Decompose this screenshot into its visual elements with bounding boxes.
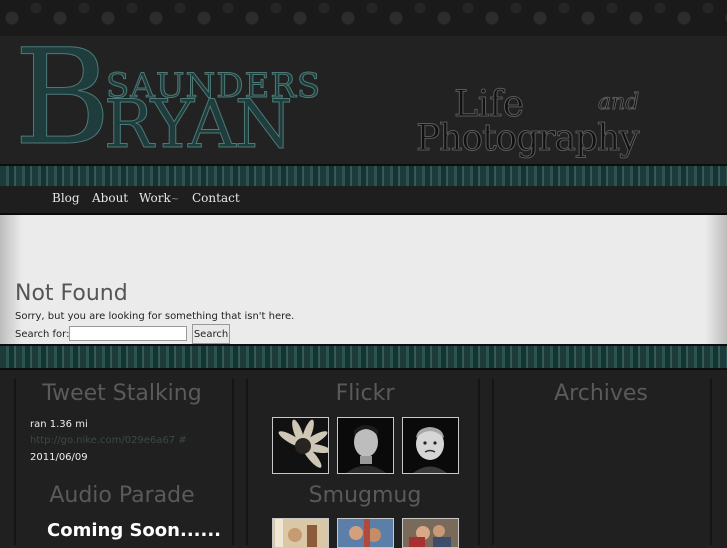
nav-work[interactable]: Work~ [139,191,179,205]
smugmug-title: Smugmug [308,483,422,508]
logo-ryan[interactable]: RYAN [104,91,294,158]
main-content: Not Found Sorry, but you are looking for… [0,213,727,346]
flickr-thumb-flower[interactable] [272,417,329,474]
chevron-down-icon: ~ [170,194,180,205]
flickr-title: Flickr [335,381,395,406]
nav-about[interactable]: About [92,191,128,205]
tagline-and: and [597,90,640,116]
logo-initial[interactable]: B [13,32,111,165]
smugmug-thumb-3[interactable] [402,518,459,548]
smugmug-thumb-2[interactable] [337,518,394,548]
top-pattern-band [0,0,727,37]
search-input[interactable] [69,326,187,341]
audio-coming-soon: Coming Soon...... [47,520,222,541]
nav-work-label: Work [139,191,171,205]
nav-contact[interactable]: Contact [192,191,240,205]
page-title: Not Found [15,281,128,306]
archives-title: Archives [554,381,648,406]
main-nav: Blog About Work~ Contact [0,186,727,213]
tweet-link[interactable]: http://go.nike.com/029e6a67 # [30,435,187,446]
flickr-thumb-portrait-child[interactable] [402,417,459,474]
tweet-date: 2011/06/09 [30,452,88,463]
audio-parade-title: Audio Parade [49,483,195,508]
search-label: Search for: [15,329,70,340]
tagline-photography: Photography [416,118,641,160]
tweet-text: ran 1.36 mi [30,419,88,430]
not-found-message: Sorry, but you are looking for something… [15,311,295,322]
search-button[interactable]: Search [192,324,230,344]
content-shade-right [705,215,727,346]
flickr-thumb-portrait-man[interactable] [337,417,394,474]
nav-blog[interactable]: Blog [52,191,80,205]
tweet-stalking-title: Tweet Stalking [42,381,202,406]
smugmug-thumb-1[interactable] [272,518,329,548]
content-stripe [0,344,727,370]
